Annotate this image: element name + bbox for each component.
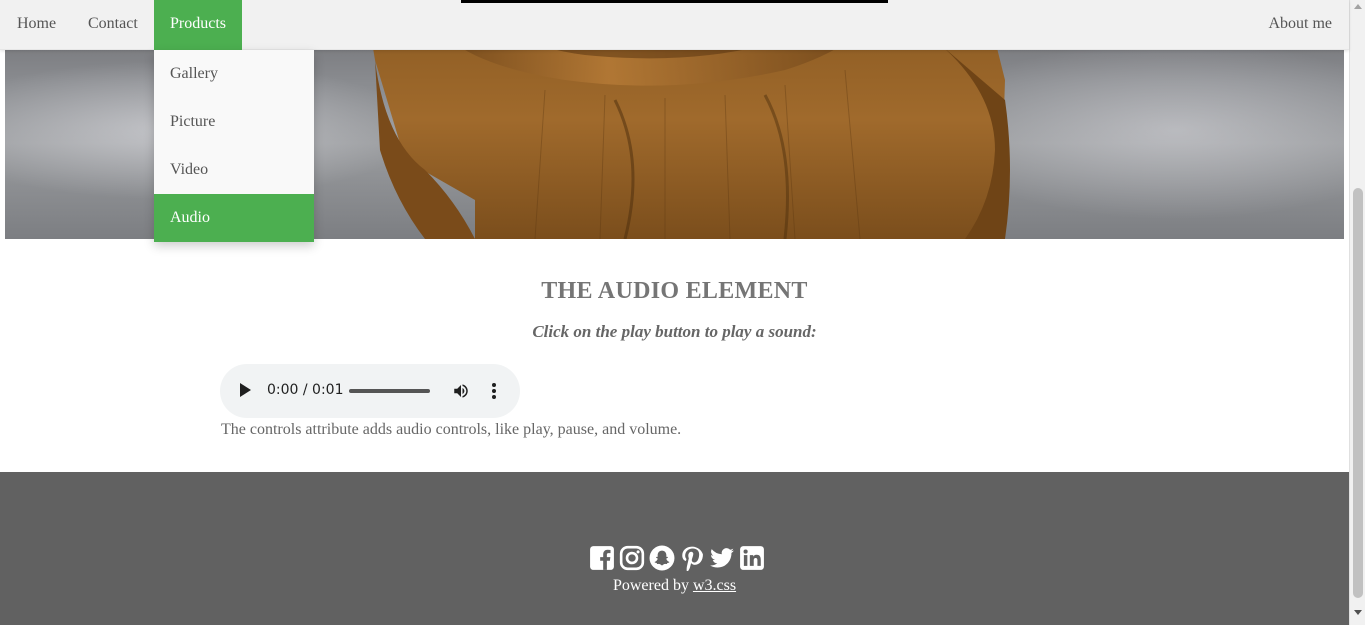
powered-by-text: Powered by w3.css: [0, 577, 1349, 595]
snapchat-icon[interactable]: [649, 545, 675, 571]
volume-icon[interactable]: [452, 382, 470, 400]
instagram-icon[interactable]: [619, 545, 645, 571]
social-icons: [589, 545, 765, 571]
w3css-link[interactable]: w3.css: [693, 577, 736, 594]
top-divider: [461, 0, 888, 3]
scrollbar-thumb[interactable]: [1353, 188, 1363, 598]
products-dropdown: Gallery Picture Video Audio: [154, 50, 314, 242]
page-subtitle: Click on the play button to play a sound…: [532, 322, 817, 341]
audio-seek-slider[interactable]: [349, 389, 430, 393]
footer: Powered by w3.css: [0, 472, 1349, 625]
top-navbar: Home Contact Products About me: [0, 0, 1349, 50]
audio-note: The controls attribute adds audio contro…: [221, 421, 682, 438]
nav-about-me[interactable]: About me: [1252, 0, 1348, 50]
powered-by-prefix: Powered by: [612, 577, 689, 594]
nav-products[interactable]: Products: [154, 0, 242, 50]
dropdown-item-gallery[interactable]: Gallery: [154, 50, 314, 98]
linkedin-icon[interactable]: [739, 545, 765, 571]
audio-player: 0:00 / 0:01: [220, 364, 520, 418]
pinterest-icon[interactable]: [679, 545, 705, 571]
dropdown-item-picture[interactable]: Picture: [154, 98, 314, 146]
play-icon[interactable]: [240, 383, 251, 397]
nav-contact[interactable]: Contact: [72, 0, 154, 50]
more-options-icon[interactable]: [488, 382, 500, 400]
dropdown-item-audio[interactable]: Audio: [154, 194, 314, 242]
nav-home[interactable]: Home: [1, 0, 72, 50]
twitter-icon[interactable]: [709, 545, 735, 571]
dropdown-item-video[interactable]: Video: [154, 146, 314, 194]
facebook-icon[interactable]: [589, 545, 615, 571]
vertical-scrollbar[interactable]: [1349, 0, 1365, 625]
scroll-down-arrow-icon[interactable]: [1354, 610, 1362, 615]
page-title: THE AUDIO ELEMENT: [541, 278, 808, 304]
audio-time: 0:00 / 0:01: [267, 382, 344, 398]
scroll-up-arrow-icon[interactable]: [1354, 4, 1362, 9]
